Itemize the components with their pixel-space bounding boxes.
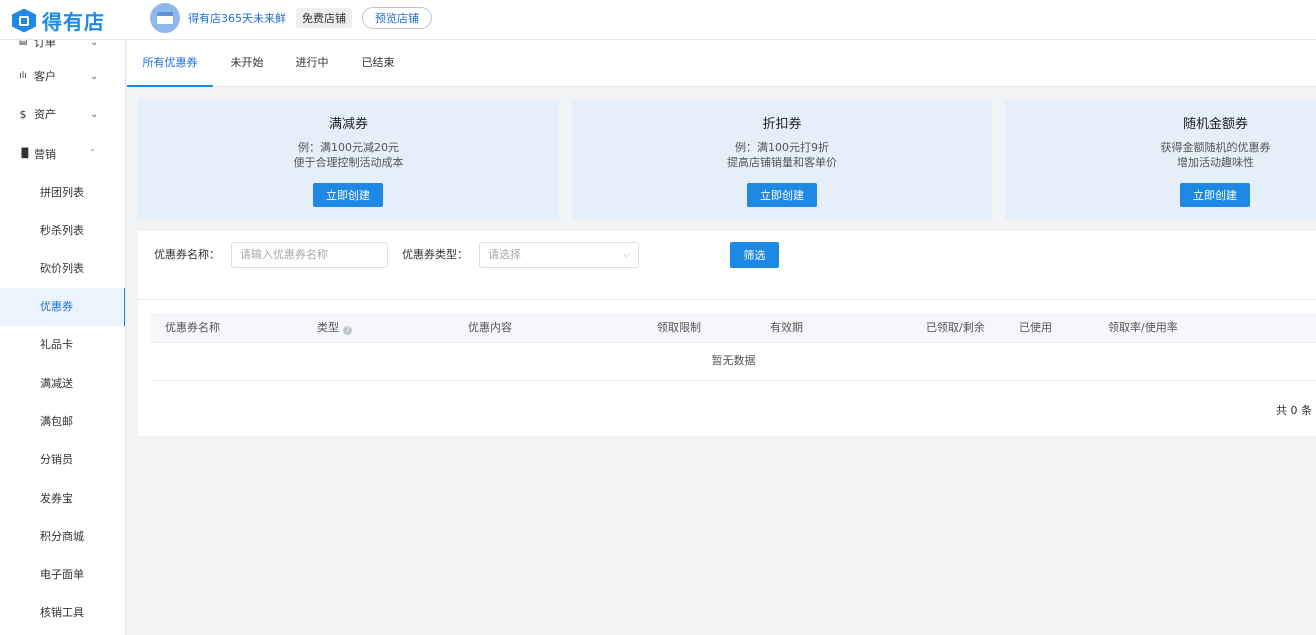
column-header: 领取率/使用率 — [1108, 321, 1178, 334]
coupon-type-select[interactable]: 请选择 ⌵ — [479, 242, 639, 268]
total-count: 共 0 条 — [1276, 404, 1312, 417]
chevron-down-icon: ⌄ — [90, 108, 99, 120]
sidebar-item-full-reduction[interactable]: 满减送 — [0, 365, 125, 403]
coupon-name-input[interactable]: 请输入优惠券名称 — [231, 242, 388, 268]
divider — [138, 299, 1316, 300]
chevron-down-icon: ⌄ — [90, 70, 99, 82]
card-desc-line: 提高店铺销量和客单价 — [727, 156, 837, 169]
sidebar-group-marketing[interactable]: ▐▌ 营销 ˆ — [0, 144, 125, 164]
sidebar-item-free-shipping[interactable]: 满包邮 — [0, 403, 125, 441]
sidebar-group-label: 资产 — [34, 108, 56, 121]
card-title: 满减券 — [328, 117, 368, 132]
create-full-reduction-button[interactable]: 立即创建 — [313, 183, 383, 207]
tab-in-progress[interactable]: 进行中 — [288, 40, 336, 87]
card-description: 例：满100元打9折 提高店铺销量和客单价 — [572, 140, 992, 170]
logo-text: 得有店 — [42, 10, 105, 34]
card-desc-line: 例：满100元减20元 — [298, 141, 399, 154]
coupon-name-label: 优惠券名称： — [154, 248, 220, 261]
sidebar-group-label: 营销 — [34, 148, 56, 161]
card-desc-line: 例：满100元打9折 — [735, 141, 829, 154]
table-header: 优惠券名称 类型? 优惠内容 领取限制 有效期 已领取/剩余 已使用 领取率/使… — [151, 313, 1316, 343]
plan-badge: 免费店铺 — [296, 8, 352, 28]
chart-icon: ▐▌ — [18, 149, 32, 159]
card-desc-line: 便于合理控制活动成本 — [293, 156, 404, 169]
column-header: 有效期 — [770, 321, 803, 334]
coupon-card-discount: 折扣券 例：满100元打9折 提高店铺销量和客单价 立即创建 — [572, 99, 992, 219]
sidebar-item-gift-card[interactable]: 礼品卡 — [0, 326, 125, 364]
store-name[interactable]: 得有店365天未来鲜 — [188, 10, 286, 26]
coupon-list-panel: 优惠券名称： 请输入优惠券名称 优惠券类型： 请选择 ⌵ 筛选 优惠券名称 类型… — [138, 231, 1316, 436]
filter-button[interactable]: 筛选 — [730, 242, 779, 268]
tab-not-started[interactable]: 未开始 — [223, 40, 271, 87]
chevron-up-icon: ˆ — [90, 148, 95, 160]
coupon-tabs: 所有优惠券 未开始 进行中 已结束 — [127, 40, 1316, 87]
logo[interactable]: 得有店 — [12, 6, 105, 35]
coupon-type-placeholder: 请选择 — [488, 248, 521, 261]
sidebar-item-bargain[interactable]: 砍价列表 — [0, 250, 125, 288]
sidebar-item-coupons[interactable]: 优惠券 — [0, 288, 125, 326]
card-desc-line: 增加活动趣味性 — [1177, 156, 1254, 169]
card-title: 随机金额券 — [1182, 117, 1248, 132]
tab-ended[interactable]: 已结束 — [354, 40, 402, 87]
store-logo-icon — [12, 8, 36, 33]
chevron-down-icon: ⌄ — [90, 40, 99, 48]
column-header: 类型 — [317, 321, 339, 334]
sidebar-group-label: 客户 — [34, 70, 56, 83]
sidebar-item-distributor[interactable]: 分销员 — [0, 441, 125, 479]
card-title: 折扣券 — [762, 117, 802, 132]
column-header: 已使用 — [1019, 321, 1052, 334]
card-description: 获得金额随机的优惠券 增加活动趣味性 — [1005, 140, 1316, 170]
column-header-type: 类型? — [317, 313, 352, 343]
sidebar-item-flash-sale[interactable]: 秒杀列表 — [0, 212, 125, 250]
sidebar-item-group-buy[interactable]: 拼团列表 — [0, 174, 125, 212]
sidebar-item-verification-tool[interactable]: 核销工具 — [0, 594, 125, 632]
empty-state: 暂无数据 — [151, 343, 1316, 381]
create-discount-button[interactable]: 立即创建 — [747, 183, 817, 207]
coupon-type-label: 优惠券类型： — [402, 248, 468, 261]
column-header: 已领取/剩余 — [926, 321, 985, 334]
order-icon: ▤ — [18, 40, 28, 47]
store-info: 得有店365天未来鲜 免费店铺 预览店铺 — [150, 3, 432, 33]
preview-store-button[interactable]: 预览店铺 — [362, 7, 432, 29]
sidebar-item-e-waybill[interactable]: 电子面单 — [0, 556, 125, 594]
column-header: 领取限制 — [657, 321, 701, 334]
chevron-down-icon: ⌵ — [623, 250, 630, 260]
store-avatar-icon[interactable] — [150, 3, 180, 33]
sidebar-group-assets[interactable]: $ 资产 ⌄ — [0, 104, 125, 124]
sidebar-group-label: 订单 — [34, 40, 56, 49]
customer-icon: ılı — [19, 71, 27, 81]
sidebar-group-customers[interactable]: ılı 客户 ⌄ — [0, 66, 125, 86]
dollar-icon: $ — [19, 107, 27, 121]
sidebar-item-points-mall[interactable]: 积分商城 — [0, 518, 125, 556]
card-description: 例：满100元减20元 便于合理控制活动成本 — [138, 140, 559, 170]
sidebar-item-coupon-tool[interactable]: 发券宝 — [0, 480, 125, 518]
sidebar: ▤ 订单 ⌄ ılı 客户 ⌄ $ 资产 ⌄ ▐▌ 营销 ˆ 拼团列表 秒杀列表… — [0, 40, 126, 635]
coupon-card-random-amount: 随机金额券 获得金额随机的优惠券 增加活动趣味性 立即创建 — [1005, 99, 1316, 219]
top-header: 得有店 得有店365天未来鲜 免费店铺 预览店铺 — [0, 0, 1316, 40]
create-random-amount-button[interactable]: 立即创建 — [1180, 183, 1250, 207]
card-desc-line: 获得金额随机的优惠券 — [1160, 141, 1271, 154]
tab-all-coupons[interactable]: 所有优惠券 — [127, 40, 213, 87]
coupon-card-full-reduction: 满减券 例：满100元减20元 便于合理控制活动成本 立即创建 — [138, 99, 559, 219]
column-header: 优惠内容 — [468, 321, 512, 334]
column-header: 优惠券名称 — [165, 321, 220, 334]
help-icon[interactable]: ? — [343, 326, 352, 335]
sidebar-group-orders[interactable]: ▤ 订单 ⌄ — [0, 40, 125, 52]
